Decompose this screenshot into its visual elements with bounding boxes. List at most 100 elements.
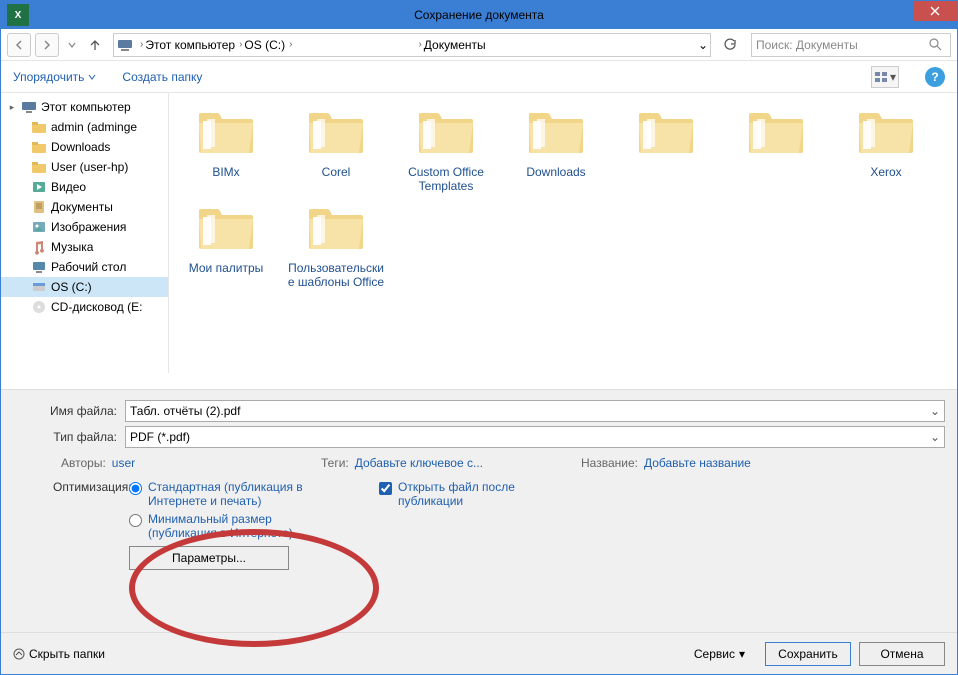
music-icon	[31, 239, 47, 255]
video-icon	[31, 179, 47, 195]
folder-icon	[31, 119, 47, 135]
folder-item[interactable]: Xerox	[833, 101, 939, 197]
chevron-right-icon: ›	[239, 39, 242, 50]
sidebar-item-label: admin (adminge	[51, 120, 137, 134]
title-value[interactable]: Добавьте название	[644, 456, 751, 470]
bottom-panel: Имя файла: Табл. отчёты (2).pdf ⌄ Тип фа…	[1, 389, 957, 632]
optimize-minimum[interactable]: Минимальный размер (публикация в Интерне…	[129, 512, 309, 540]
crumb-0[interactable]: ›Этот компьютер	[138, 38, 237, 52]
search-placeholder: Поиск: Документы	[756, 38, 858, 52]
radio-standard[interactable]	[129, 482, 142, 495]
save-button[interactable]: Сохранить	[765, 642, 851, 666]
chevron-right-icon: ›	[418, 39, 421, 50]
folder-label: Мои палитры	[189, 261, 264, 275]
folder-icon	[411, 105, 481, 161]
folder-item[interactable]: BIMx	[173, 101, 279, 197]
open-after-checkbox[interactable]: Открыть файл после публикации	[379, 480, 538, 570]
sidebar-item[interactable]: User (user-hp)	[1, 157, 168, 177]
cancel-button[interactable]: Отмена	[859, 642, 945, 666]
sidebar-item-label: Музыка	[51, 240, 93, 254]
radio-minimum[interactable]	[129, 514, 142, 527]
folder-icon	[31, 139, 47, 155]
excel-icon: X	[7, 4, 29, 26]
images-icon	[31, 219, 47, 235]
folder-item[interactable]: Custom Office Templates	[393, 101, 499, 197]
title-label: Название:	[581, 456, 638, 470]
window-title: Сохранение документа	[1, 8, 957, 22]
sidebar-item[interactable]: Видео	[1, 177, 168, 197]
chevron-down-icon	[67, 40, 77, 50]
folder-icon	[301, 201, 371, 257]
organize-button[interactable]: Упорядочить	[13, 70, 96, 84]
filetype-select[interactable]: PDF (*.pdf) ⌄	[125, 426, 945, 448]
desktop-icon	[31, 259, 47, 275]
disk-icon	[31, 279, 47, 295]
view-button[interactable]: ▾	[871, 66, 899, 88]
sidebar-item[interactable]: Downloads	[1, 137, 168, 157]
filename-input[interactable]: Табл. отчёты (2).pdf ⌄	[125, 400, 945, 422]
checkbox-open-after[interactable]	[379, 482, 392, 495]
computer-icon	[21, 99, 37, 115]
main-area: ▸ Этот компьютер admin (adminge Downloads…	[1, 93, 957, 373]
navbar: ›Этот компьютер ›OS (C:) › ›Документы ⌄ …	[1, 29, 957, 61]
back-button[interactable]	[7, 33, 31, 57]
folder-label: Пользовательские шаблоны Office	[286, 261, 386, 289]
folder-icon	[631, 105, 701, 161]
tags-label: Теги:	[321, 456, 349, 470]
folder-item[interactable]	[723, 101, 829, 197]
crumb-3[interactable]: ›Документы	[416, 38, 487, 52]
sidebar-item-label: Видео	[51, 180, 86, 194]
folder-item[interactable]: Мои палитры	[173, 197, 279, 293]
docs-icon	[31, 199, 47, 215]
chevron-down-icon[interactable]: ⌄	[930, 404, 940, 418]
crumb-2[interactable]: ›	[287, 39, 416, 50]
content-pane[interactable]: BIMx CorelCustom Office TemplatesDownload…	[169, 93, 957, 373]
filename-label: Имя файла:	[13, 404, 125, 418]
folder-icon	[741, 105, 811, 161]
sidebar-item[interactable]: Музыка	[1, 237, 168, 257]
refresh-button[interactable]	[719, 34, 741, 56]
folder-item[interactable]: Downloads	[503, 101, 609, 197]
folder-icon	[31, 159, 47, 175]
authors-value[interactable]: user	[112, 456, 135, 470]
sidebar-item-label: Изображения	[51, 220, 126, 234]
sidebar-item[interactable]: Документы	[1, 197, 168, 217]
close-button[interactable]	[913, 1, 957, 21]
toolbar: Упорядочить Создать папку ▾ ?	[1, 61, 957, 93]
folder-label: BIMx	[212, 165, 239, 179]
search-icon	[929, 38, 942, 51]
recent-button[interactable]	[63, 33, 81, 57]
optimize-standard[interactable]: Стандартная (публикация в Интернете и пе…	[129, 480, 309, 508]
sidebar-item-label: User (user-hp)	[51, 160, 128, 174]
authors-label: Авторы:	[61, 456, 106, 470]
refresh-icon	[723, 38, 737, 52]
new-folder-button[interactable]: Создать папку	[122, 70, 202, 84]
chevron-down-icon[interactable]: ⌄	[930, 430, 940, 444]
address-bar[interactable]: ›Этот компьютер ›OS (C:) › ›Документы ⌄	[113, 33, 711, 57]
help-button[interactable]: ?	[925, 67, 945, 87]
titlebar: X Сохранение документа	[1, 1, 957, 29]
chevron-down-icon	[88, 73, 96, 81]
forward-button[interactable]	[35, 33, 59, 57]
hide-folders-button[interactable]: Скрыть папки	[13, 647, 105, 661]
folder-item[interactable]: Пользовательские шаблоны Office	[283, 197, 389, 293]
chevron-right-icon: ›	[140, 39, 143, 50]
chevron-down-icon[interactable]: ⌄	[698, 38, 708, 52]
folder-item[interactable]: Corel	[283, 101, 389, 197]
sidebar-item[interactable]: admin (adminge	[1, 117, 168, 137]
search-input[interactable]: Поиск: Документы	[751, 33, 951, 57]
up-button[interactable]	[85, 35, 105, 55]
sidebar-item[interactable]: OS (C:)	[1, 277, 168, 297]
folder-item[interactable]	[613, 101, 719, 197]
service-button[interactable]: Сервис ▾	[694, 647, 745, 661]
crumb-1[interactable]: ›OS (C:)	[237, 38, 287, 52]
expand-icon[interactable]: ▸	[7, 102, 17, 113]
sidebar-root[interactable]: ▸ Этот компьютер	[1, 97, 168, 117]
sidebar-item-label: Downloads	[51, 140, 110, 154]
tags-value[interactable]: Добавьте ключевое с...	[355, 456, 483, 470]
sidebar-item-label: Документы	[51, 200, 113, 214]
sidebar-item[interactable]: Изображения	[1, 217, 168, 237]
parameters-button[interactable]: Параметры...	[129, 546, 289, 570]
sidebar-item[interactable]: CD-дисковод (E:	[1, 297, 168, 317]
sidebar-item[interactable]: Рабочий стол	[1, 257, 168, 277]
